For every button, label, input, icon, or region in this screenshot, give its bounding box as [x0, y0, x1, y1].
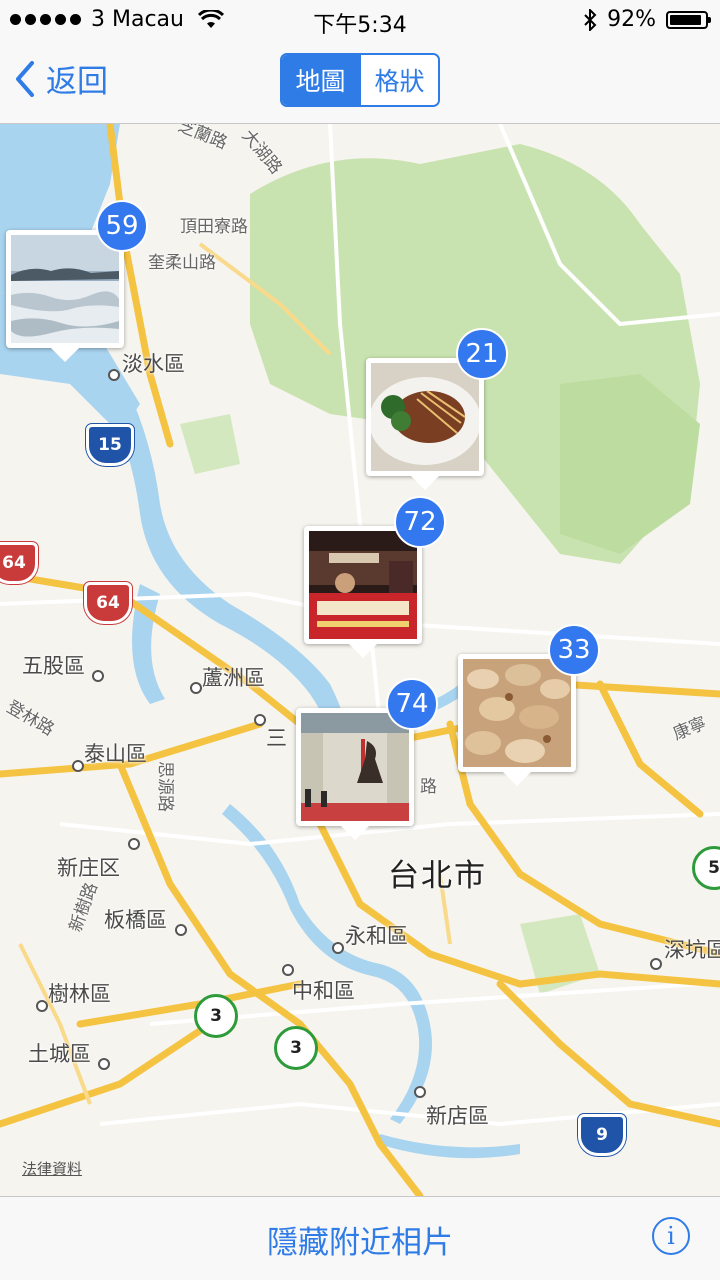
place-label: 五股區	[22, 654, 85, 678]
city-dot	[254, 714, 266, 726]
place-label: 永和區	[345, 924, 408, 948]
city-dot	[36, 1000, 48, 1012]
city-dot	[332, 942, 344, 954]
photo-count-badge: 33	[548, 624, 600, 676]
place-label: 淡水區	[122, 352, 185, 376]
battery-icon	[666, 10, 711, 29]
city-dot	[98, 1058, 110, 1070]
photo-count-badge: 74	[386, 678, 438, 730]
place-label: 板橋區	[104, 908, 167, 932]
carrier-name: 3 Macau	[91, 7, 184, 32]
back-label: 返回	[46, 64, 108, 100]
photo-pin-memorial-hall[interactable]: 74	[296, 678, 438, 840]
highway-shield: 64	[84, 582, 132, 624]
view-mode-segmented-control: 地圖 格狀	[280, 53, 440, 107]
road-label: 思源路	[155, 761, 175, 812]
photo-thumbnail	[371, 363, 479, 471]
place-label: 三	[266, 726, 287, 750]
photo-thumbnail	[463, 659, 571, 767]
back-button[interactable]: 返回	[14, 56, 108, 101]
clock: 下午5:34	[313, 13, 407, 38]
photo-pin-noodles[interactable]: 21	[366, 328, 508, 490]
city-dot	[190, 682, 202, 694]
highway-shield: 9	[578, 1114, 626, 1156]
place-label: 新店區	[426, 1104, 489, 1128]
photo-pin-danshui[interactable]: 59	[6, 200, 148, 362]
city-dot	[108, 369, 120, 381]
wifi-icon	[197, 9, 224, 28]
chevron-left-icon	[16, 60, 34, 97]
city-dot	[650, 958, 662, 970]
place-label: 樹林區	[48, 982, 111, 1006]
city-dot	[128, 838, 140, 850]
city-dot	[414, 1086, 426, 1098]
bottom-toolbar: 隱藏附近相片 i	[0, 1196, 720, 1280]
photo-pin-night-market[interactable]: 72	[304, 496, 446, 658]
map-view[interactable]: 淡水區 五股區 蘆洲區 泰山區 新庄区 板橋區 樹林區 土城區 永和區 中和區 …	[0, 124, 720, 1196]
signal-dots-icon	[10, 14, 81, 25]
city-dot	[175, 924, 187, 936]
photo-pin-pastry[interactable]: 33	[458, 624, 600, 786]
photo-thumbnail	[309, 531, 417, 639]
highway-shield: 64	[0, 542, 38, 584]
road-label: 路	[420, 777, 437, 797]
place-label: 深坑區	[664, 938, 720, 962]
place-label: 泰山區	[84, 742, 147, 766]
highway-shield: 15	[86, 424, 134, 466]
place-label: 新庄区	[57, 856, 120, 880]
city-dot	[282, 964, 294, 976]
photo-count-badge: 59	[96, 200, 148, 252]
road-label: 奎柔山路	[148, 253, 216, 273]
map-view-segment[interactable]: 地圖	[282, 55, 359, 105]
place-label: 中和區	[292, 979, 355, 1003]
city-dot	[92, 670, 104, 682]
hide-nearby-photos-button[interactable]: 隱藏附近相片	[0, 1217, 720, 1262]
photo-count-badge: 21	[456, 328, 508, 380]
road-label: 頂田寮路	[180, 217, 248, 237]
photo-count-badge: 72	[394, 496, 446, 548]
photo-thumbnail	[11, 235, 119, 343]
battery-percent: 92%	[607, 7, 656, 32]
city-dot	[72, 760, 84, 772]
legal-link[interactable]: 法律資料	[22, 1158, 82, 1179]
provincial-road-marker: 3	[274, 1026, 318, 1070]
photo-thumbnail	[301, 713, 409, 821]
bluetooth-icon	[584, 8, 597, 31]
status-bar: 3 Macau 下午5:34 92%	[0, 0, 720, 40]
grid-view-segment[interactable]: 格狀	[359, 55, 438, 105]
info-icon[interactable]: i	[652, 1217, 690, 1255]
place-label: 土城區	[28, 1042, 91, 1066]
navigation-bar: 返回 地圖 格狀	[0, 40, 720, 124]
city-label-taipei: 台北市	[388, 858, 487, 894]
place-label: 蘆洲區	[202, 666, 265, 690]
provincial-road-marker: 3	[194, 994, 238, 1038]
